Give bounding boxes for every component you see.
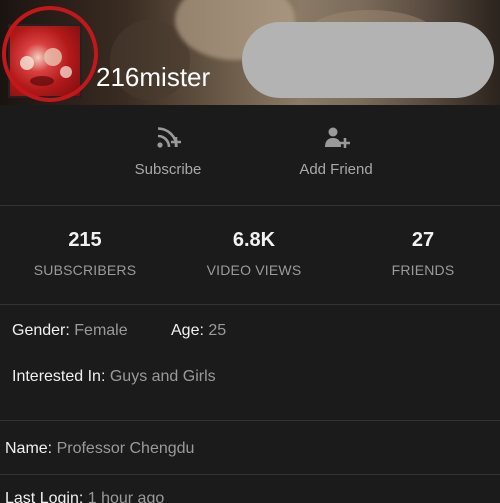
add-friend-button[interactable]: Add Friend (256, 105, 416, 200)
interested-in-value: Guys and Girls (109, 368, 216, 385)
stat-friends[interactable]: 27 FRIENDS (343, 208, 500, 278)
divider (0, 420, 500, 421)
interested-in-row: Interested In: Guys and Girls (12, 368, 216, 386)
profile-stats: 215 SUBSCRIBERS 6.8K VIDEO VIEWS 27 FRIE… (0, 208, 500, 298)
profile-actions: Subscribe Add Friend (0, 105, 500, 200)
last-login-key: Last Login: (5, 490, 84, 503)
last-login-row: Last Login: 1 hour ago (5, 490, 164, 503)
divider (0, 474, 500, 475)
stat-subscribers[interactable]: 215 SUBSCRIBERS (5, 208, 165, 278)
age-value: 25 (208, 322, 227, 339)
person-plus-icon (325, 127, 350, 148)
name-row: Name: Professor Chengdu (5, 440, 194, 458)
divider (0, 205, 500, 206)
age-key: Age: (171, 322, 204, 339)
profile-username: 216mister (96, 62, 211, 92)
gender-value: Female (74, 322, 128, 339)
stat-label: SUBSCRIBERS (33, 262, 137, 278)
stat-value: 27 (411, 229, 435, 251)
interested-in-key: Interested In: (12, 368, 106, 385)
stat-value: 215 (68, 229, 102, 251)
name-key: Name: (5, 440, 53, 457)
redaction-overlay (242, 22, 494, 98)
avatar-highlight-circle (2, 6, 98, 102)
gender-key: Gender: (12, 322, 70, 339)
divider (0, 304, 500, 305)
subscribe-label: Subscribe (134, 161, 202, 178)
stat-label: VIDEO VIEWS (206, 262, 302, 278)
stat-label: FRIENDS (391, 262, 455, 278)
rss-plus-icon (157, 127, 181, 148)
stat-video-views: 6.8K VIDEO VIEWS (174, 208, 334, 278)
gender-row: Gender: Female (12, 322, 128, 340)
name-value: Professor Chengdu (56, 440, 195, 457)
last-login-value: 1 hour ago (87, 490, 165, 503)
add-friend-label: Add Friend (299, 161, 373, 178)
stat-value: 6.8K (232, 229, 276, 251)
age-row: Age: 25 (171, 322, 226, 340)
subscribe-button[interactable]: Subscribe (88, 105, 248, 200)
